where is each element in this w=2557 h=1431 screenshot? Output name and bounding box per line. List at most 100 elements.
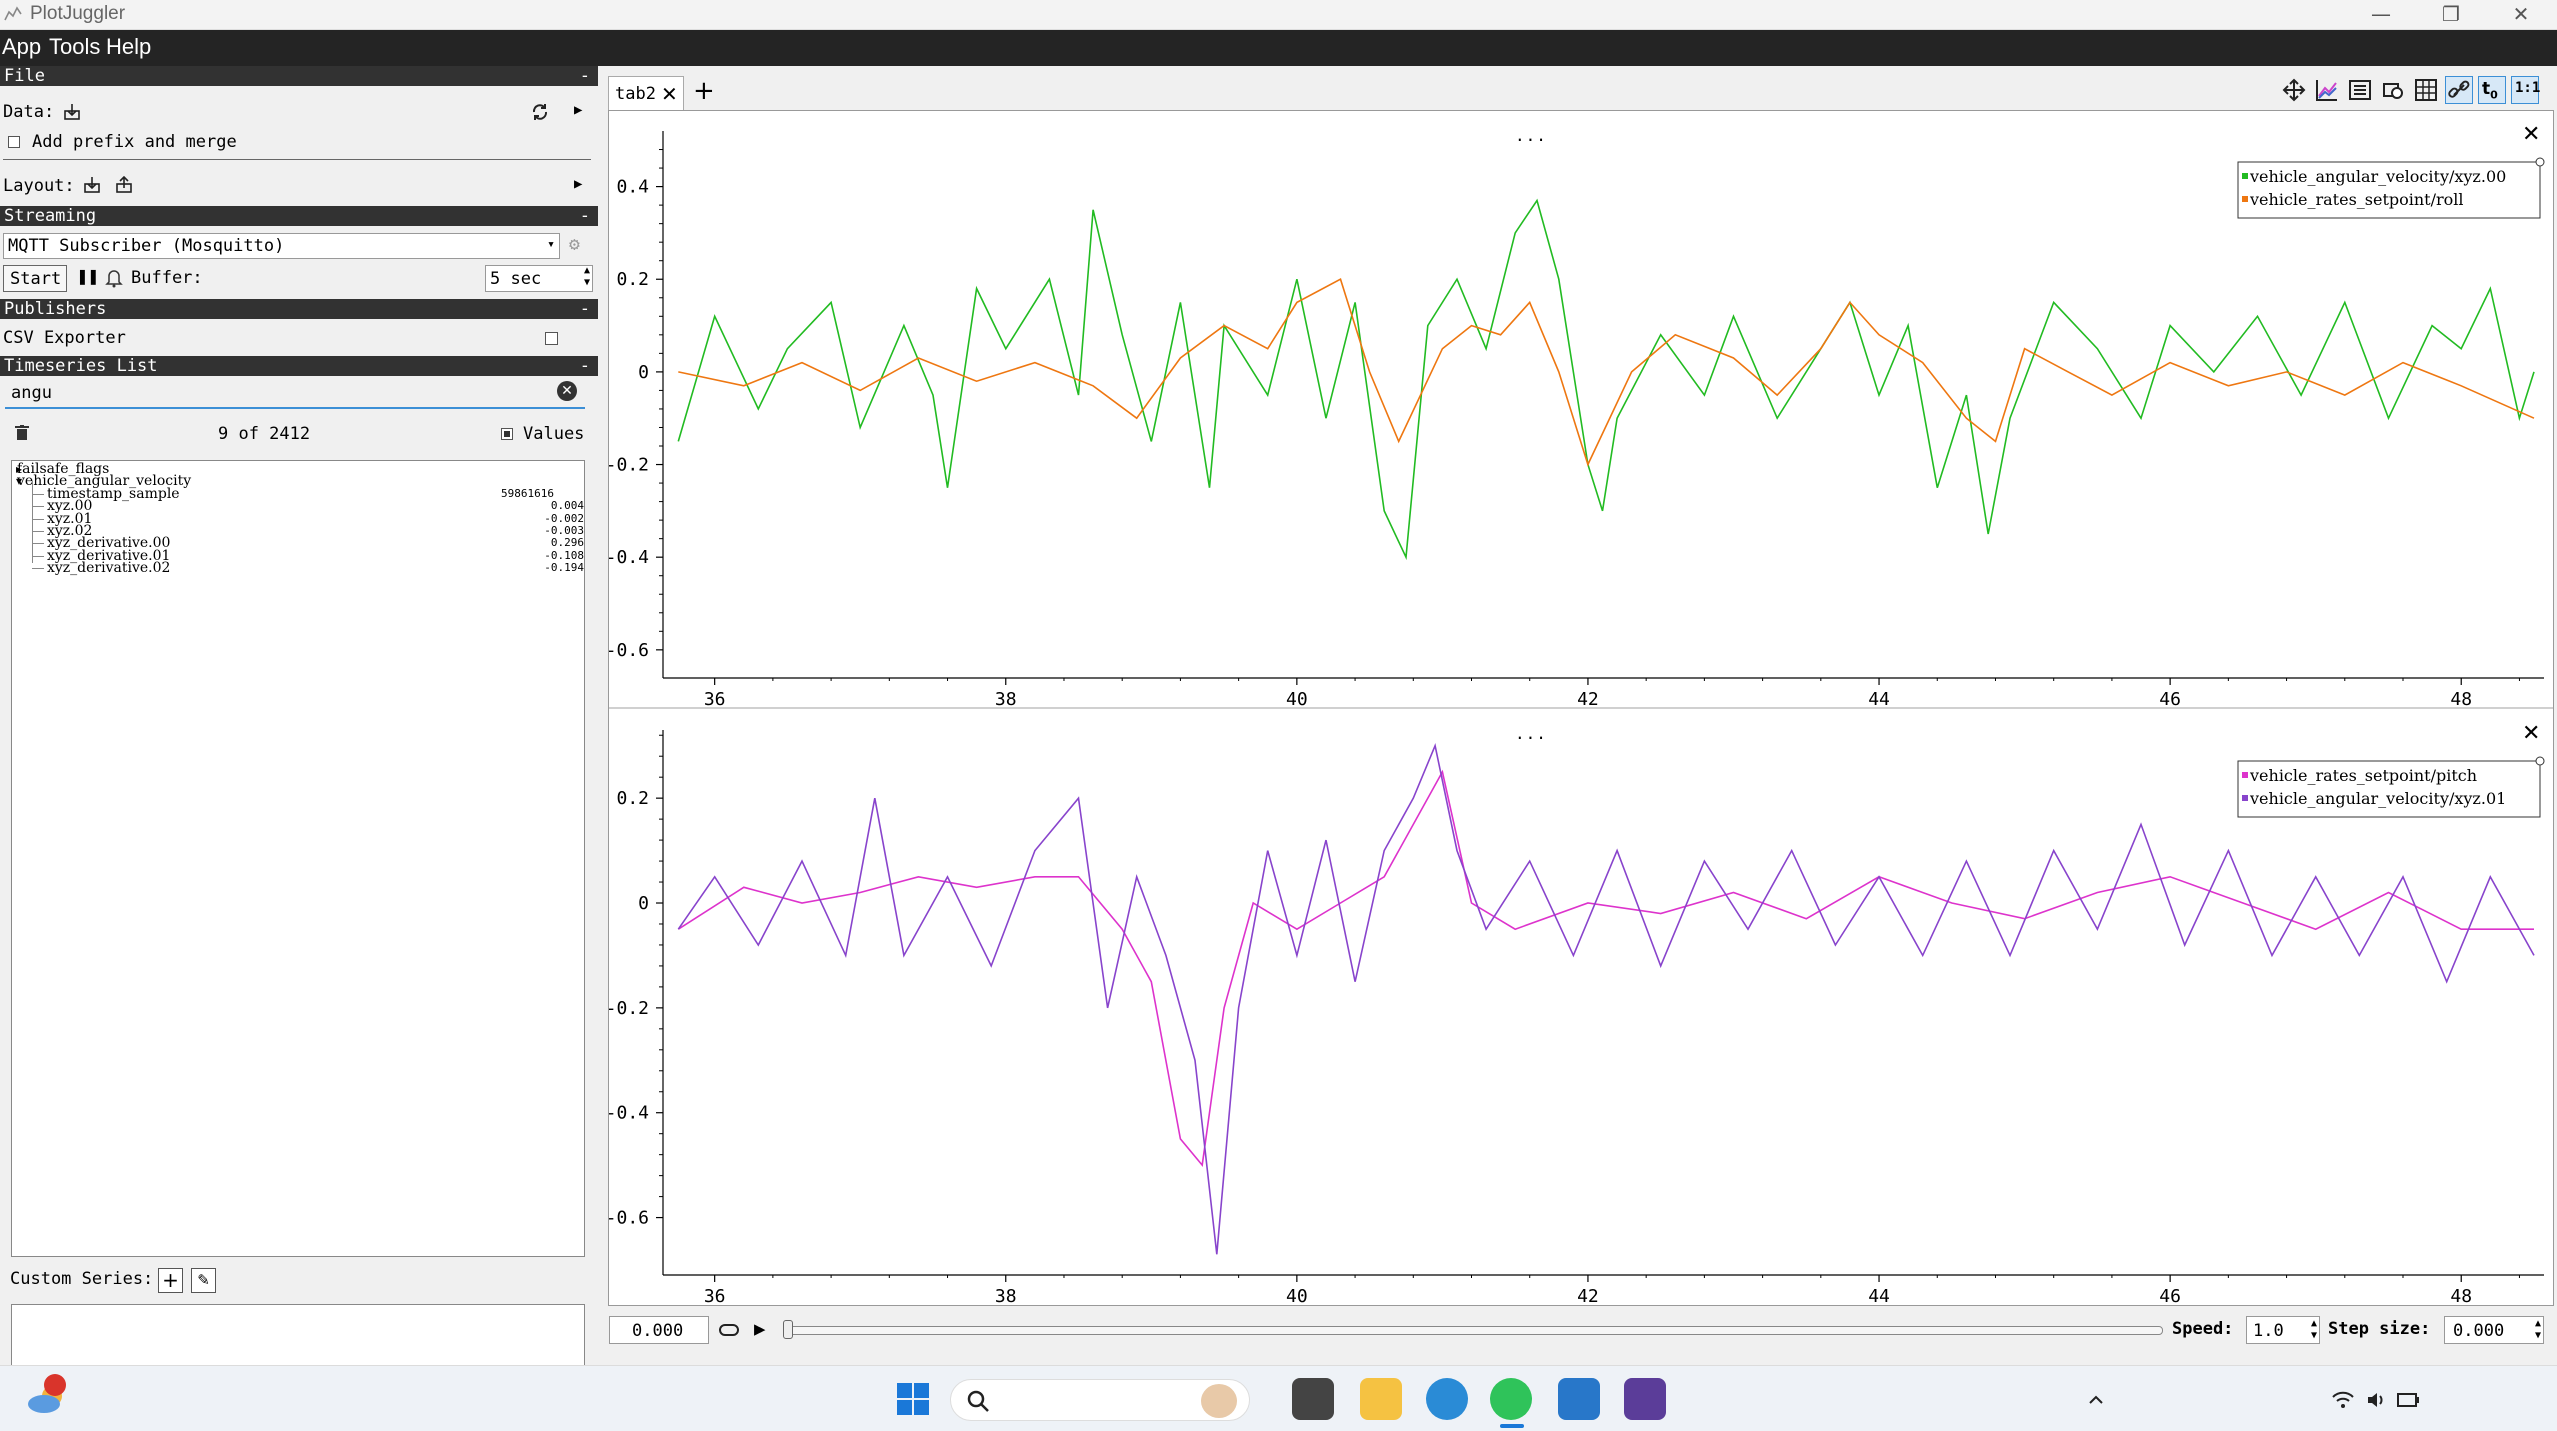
- reload-icon[interactable]: [529, 101, 551, 123]
- values-checkbox[interactable]: [501, 428, 513, 440]
- clear-filter-icon[interactable]: ✕: [557, 381, 577, 401]
- legend-label: vehicle_angular_velocity/xyz.00: [2249, 167, 2506, 186]
- tab-label: tab2: [615, 84, 656, 104]
- bell-icon[interactable]: [105, 268, 123, 288]
- plot-2-chart[interactable]: 36 38 40 42 44 46 48 0.2 0 -0.2 -0.4 -0.6 vehicle_ra…: [609, 710, 2553, 1305]
- search-icon: [967, 1390, 989, 1412]
- legend-swatch: [2242, 173, 2248, 179]
- start-button[interactable]: Start: [3, 265, 67, 292]
- close-tab-icon[interactable]: ✕: [661, 82, 678, 106]
- spin-arrows-icon[interactable]: ▲ ▼: [584, 265, 590, 289]
- battery-icon[interactable]: [2396, 1388, 2422, 1412]
- add-custom-series-button[interactable]: +: [158, 1268, 183, 1293]
- close-window-button[interactable]: ✕: [2490, 0, 2552, 30]
- load-data-icon[interactable]: [63, 103, 81, 121]
- menu-help[interactable]: Help: [106, 34, 151, 60]
- spin-arrows-icon[interactable]: ▲ ▼: [2311, 1318, 2317, 1342]
- tab-tab2[interactable]: tab2 ✕: [608, 76, 684, 111]
- time-slider-handle[interactable]: [783, 1320, 793, 1339]
- eraser-icon[interactable]: [2381, 78, 2405, 102]
- plotjuggler-taskbar-icon[interactable]: [1624, 1378, 1666, 1420]
- pause-icon[interactable]: ❚❚: [77, 266, 99, 287]
- y-tick-label: 0.2: [616, 788, 649, 809]
- chevron-down-icon: ▾: [547, 237, 555, 252]
- taskbar: [0, 1365, 2557, 1431]
- edge-browser-icon[interactable]: [1426, 1378, 1468, 1420]
- time-slider[interactable]: [784, 1326, 2163, 1335]
- streaming-section-header[interactable]: Streaming -: [0, 206, 598, 226]
- grid-icon[interactable]: [2414, 78, 2438, 102]
- loop-icon[interactable]: [717, 1320, 741, 1340]
- wifi-icon[interactable]: [2330, 1390, 2356, 1410]
- taskbar-search[interactable]: [950, 1379, 1250, 1421]
- menu-tools[interactable]: Tools: [49, 34, 100, 60]
- time-input[interactable]: 0.000: [609, 1316, 709, 1344]
- publishers-section-header[interactable]: Publishers -: [0, 299, 598, 319]
- timeseries-section-header[interactable]: Timeseries List -: [0, 356, 598, 376]
- divider: [3, 159, 591, 160]
- series-line-1: [677, 743, 2535, 1255]
- csv-exporter-checkbox[interactable]: [545, 332, 558, 345]
- file-section-header[interactable]: File -: [0, 66, 598, 86]
- x-tick-label: 48: [2450, 689, 2472, 708]
- link-icon[interactable]: [2445, 76, 2473, 104]
- legend-handle[interactable]: [2535, 157, 2545, 167]
- step-size-spinbox[interactable]: 0.000 ▲ ▼: [2444, 1316, 2544, 1344]
- tree-branch-line: [32, 518, 44, 520]
- save-layout-icon[interactable]: [115, 176, 133, 194]
- x-tick-label: 44: [1868, 689, 1890, 708]
- data-label: Data:: [3, 102, 55, 122]
- app-window-icon[interactable]: [1558, 1378, 1600, 1420]
- add-tab-button[interactable]: +: [693, 76, 715, 106]
- legend-handle[interactable]: [2535, 756, 2545, 766]
- tree-row[interactable]: xyz.01 -0.002: [12, 512, 584, 526]
- y-tick-label: 0: [638, 362, 649, 383]
- spin-arrows-icon[interactable]: ▲ ▼: [2535, 1318, 2541, 1342]
- y-tick-label: -0.2: [609, 998, 649, 1019]
- x-tick-label: 44: [1868, 1286, 1890, 1305]
- filter-value: angu: [11, 383, 52, 403]
- tree-row[interactable]: xyz_derivative.02 -0.194: [12, 561, 584, 575]
- tree-row-value: 0.004: [550, 499, 584, 513]
- minimize-button[interactable]: —: [2350, 0, 2412, 30]
- chart-lines-icon[interactable]: [2315, 78, 2339, 102]
- start-icon[interactable]: [897, 1383, 929, 1415]
- tree-row-value: 0.296: [550, 536, 584, 550]
- plot-1[interactable]: ... ✕ 36 38 40 42 44 46 48 0.4 0.2 0 -0.2 -0.4 -0.6 v…: [609, 111, 2553, 708]
- tree-row[interactable]: xyz.00 0.004: [12, 499, 584, 513]
- wechat-icon[interactable]: [1490, 1378, 1532, 1420]
- trash-icon[interactable]: [15, 425, 29, 441]
- tree-branch-line: [32, 531, 44, 532]
- y-tick-label: 0: [638, 893, 649, 914]
- task-view-icon[interactable]: [1292, 1378, 1334, 1420]
- tree-row[interactable]: timestamp_sample 59861616: [12, 486, 582, 501]
- plot-2[interactable]: ... ✕ 36 38 40 42 44 46 48 0.2 0 -0.2 -0.4 -0.6 vehi…: [609, 710, 2553, 1305]
- speed-spinbox[interactable]: 1.0 ▲ ▼: [2246, 1316, 2320, 1344]
- edit-custom-series-icon[interactable]: ✎: [191, 1268, 216, 1293]
- buffer-spinbox[interactable]: 5 sec ▲ ▼: [485, 265, 593, 292]
- data-expand-arrow-icon[interactable]: ▶: [574, 102, 582, 118]
- streaming-plugin-value: MQTT Subscriber (Mosquitto): [8, 236, 285, 256]
- gear-icon[interactable]: ⚙: [569, 234, 580, 255]
- menu-app[interactable]: App: [2, 34, 41, 60]
- volume-icon[interactable]: [2366, 1390, 2388, 1410]
- timeseries-filter-input[interactable]: angu ✕: [5, 379, 585, 409]
- prefix-checkbox[interactable]: [8, 136, 20, 148]
- file-explorer-icon[interactable]: [1360, 1378, 1402, 1420]
- legend-list-icon[interactable]: [2348, 78, 2372, 102]
- timeseries-tree[interactable]: ▸ failsafe_flags ▾ vehicle_angular_velocity…: [11, 460, 585, 1257]
- load-layout-icon[interactable]: [83, 176, 101, 194]
- plot-splitter[interactable]: [609, 707, 2553, 709]
- ratio-icon[interactable]: 1:1: [2511, 76, 2540, 104]
- tree-row-value: 59861616: [501, 486, 554, 500]
- weather-widget[interactable]: [22, 1374, 70, 1416]
- restore-button[interactable]: ❐: [2420, 0, 2482, 30]
- move-icon[interactable]: [2282, 78, 2306, 102]
- plot-1-chart[interactable]: 36 38 40 42 44 46 48 0.4 0.2 0 -0.2 -0.4 -0.6 vehicle…: [609, 111, 2553, 708]
- play-icon[interactable]: ▶: [754, 1318, 765, 1340]
- time-offset-icon[interactable]: t0: [2478, 76, 2506, 104]
- legend-label: vehicle_rates_setpoint/pitch: [2249, 766, 2477, 785]
- chevron-up-icon[interactable]: [2086, 1390, 2106, 1410]
- layout-expand-arrow-icon[interactable]: ▶: [574, 176, 582, 192]
- streaming-plugin-select[interactable]: MQTT Subscriber (Mosquitto) ▾: [3, 233, 560, 259]
